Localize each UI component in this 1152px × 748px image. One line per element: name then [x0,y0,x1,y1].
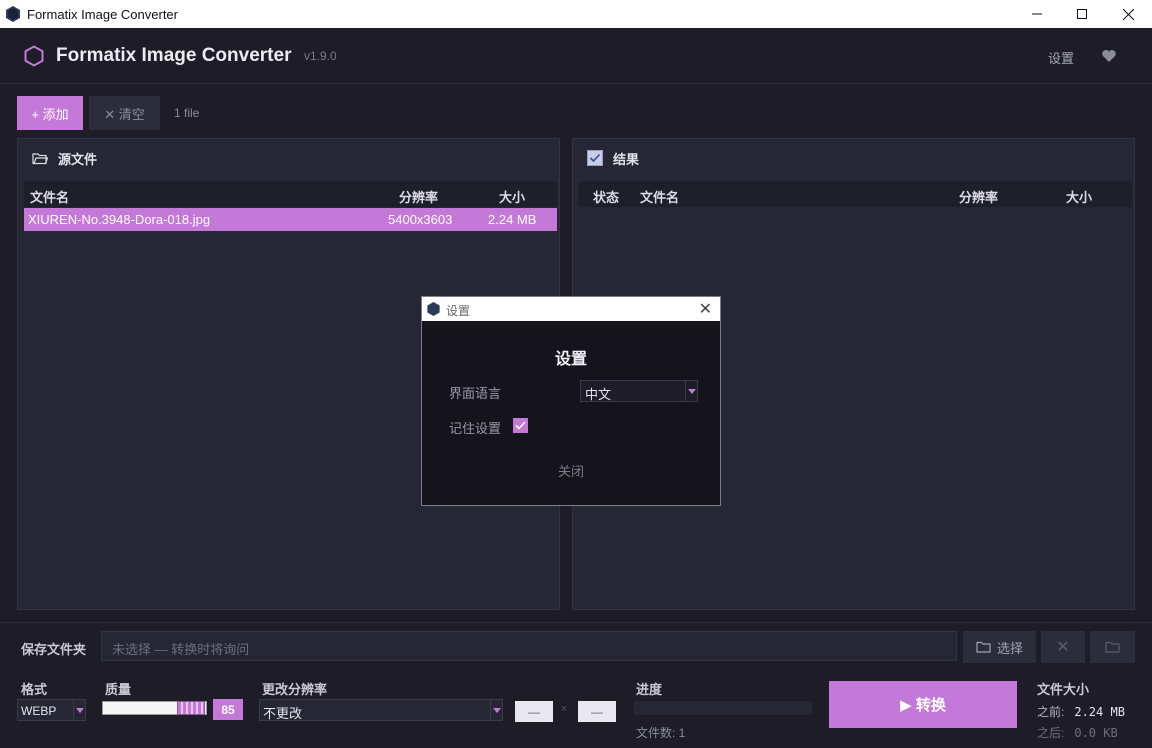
dialog-titlebar: 设置 ✕ [422,297,720,321]
source-table-header: 文件名 分辨率 大小 [24,181,557,207]
col-size[interactable]: 大小 [1066,187,1092,206]
language-select[interactable]: 中文 [580,380,698,402]
add-button[interactable]: + 添加 [17,96,83,130]
dialog-heading: 设置 [554,351,587,368]
col-size[interactable]: 大小 [499,187,525,206]
height-input[interactable]: — [578,701,616,722]
dialog-close-button[interactable]: 关闭 [422,461,720,480]
col-filename[interactable]: 文件名 [640,187,679,206]
resize-value: 不更改 [263,706,303,721]
chevron-down-icon [73,700,85,720]
file-count: 1 file [174,106,200,120]
size-after-value: 0.0 KB [1074,726,1118,740]
progress-label: 进度 [636,682,663,697]
maximize-icon [1077,9,1087,19]
language-value: 中文 [585,387,612,402]
col-resolution[interactable]: 分辨率 [959,187,998,206]
row-resolution: 5400x3603 [388,212,453,227]
minimize-icon [1032,13,1042,15]
col-filename[interactable]: 文件名 [30,187,69,206]
source-panel-title: 源文件 [58,151,98,167]
quality-slider-thumb[interactable] [177,701,205,715]
progress-bar [634,701,812,715]
app-name: Formatix Image Converter [56,45,292,66]
settings-button[interactable]: 设置 [1048,48,1074,67]
width-input[interactable]: — [515,701,553,722]
settings-dialog: 设置 ✕ 设置 界面语言 中文 记住设置 关闭 [421,296,721,506]
quality-value: 85 [213,699,243,720]
file-size-label: 文件大小 [1037,682,1090,697]
table-row[interactable]: XIUREN-No.3948-Dora-018.jpg 5400x3603 2.… [24,208,557,231]
quality-slider[interactable] [102,701,207,715]
convert-button[interactable]: ▶ 转换 [829,681,1017,728]
size-before: 之前: 2.24 MB [1037,703,1125,720]
source-panel-header: 源文件 [18,139,559,177]
open-folder-button[interactable] [1090,631,1135,663]
app-hex-icon [427,302,440,316]
save-folder-label: 保存文件夹 [21,642,87,657]
clear-folder-button[interactable]: ✕ [1041,631,1085,663]
check-icon [515,421,526,430]
choose-folder-label: 选择 [996,640,1023,656]
folder-icon [976,641,991,653]
col-status[interactable]: 状态 [593,187,619,206]
result-panel-title: 结果 [613,151,640,167]
result-panel-header: 结果 [573,139,1134,177]
size-before-label: 之前: [1037,705,1065,719]
bottom-controls: 保存文件夹 未选择 — 转换时将询问 选择 ✕ 格式 WEBP 质量 85 更改… [0,622,1152,748]
row-size: 2.24 MB [488,212,537,227]
chevron-down-icon [490,700,502,720]
resize-label: 更改分辨率 [262,682,328,697]
folder-open-icon [32,152,48,165]
format-label: 格式 [21,682,48,697]
clear-button[interactable]: ✕ 清空 [89,96,160,130]
app-window: Formatix Image Converter v1.9.0 设置 + 添加 … [0,28,1152,748]
row-filename: XIUREN-No.3948-Dora-018.jpg [28,212,211,227]
app-hex-icon [6,6,20,22]
app-header: Formatix Image Converter v1.9.0 设置 [0,28,1152,84]
app-version: v1.9.0 [304,49,337,63]
file-number: 文件数: 1 [636,726,686,740]
language-label: 界面语言 [449,386,502,401]
window-title: Formatix Image Converter [27,7,178,22]
format-value: WEBP [21,704,57,718]
size-after-label: 之后: [1037,726,1065,740]
choose-folder-button[interactable]: 选择 [963,631,1036,663]
result-table-header: 状态 文件名 分辨率 大小 [579,181,1132,207]
close-icon [1122,8,1134,20]
window-titlebar: Formatix Image Converter [0,0,1152,28]
checkbox-icon [587,150,603,166]
chevron-down-icon [685,381,697,401]
size-after: 之后: 0.0 KB [1037,724,1118,741]
folder-icon [1105,641,1120,653]
size-before-value: 2.24 MB [1074,705,1125,719]
save-folder-input[interactable]: 未选择 — 转换时将询问 [101,631,957,661]
times-sign: × [561,703,568,715]
quality-label: 质量 [105,682,132,697]
maximize-button[interactable] [1059,0,1105,28]
dialog-close-icon[interactable]: ✕ [699,299,712,319]
col-resolution[interactable]: 分辨率 [399,187,438,206]
remember-checkbox[interactable] [513,418,528,433]
hexagon-logo-icon [24,45,44,67]
heart-icon[interactable] [1101,48,1117,64]
remember-label: 记住设置 [449,421,502,436]
minimize-button[interactable] [1014,0,1060,28]
close-window-button[interactable] [1105,0,1151,28]
resize-select[interactable]: 不更改 [259,699,503,721]
dialog-title: 设置 [446,304,471,318]
format-select[interactable]: WEBP [17,699,86,721]
